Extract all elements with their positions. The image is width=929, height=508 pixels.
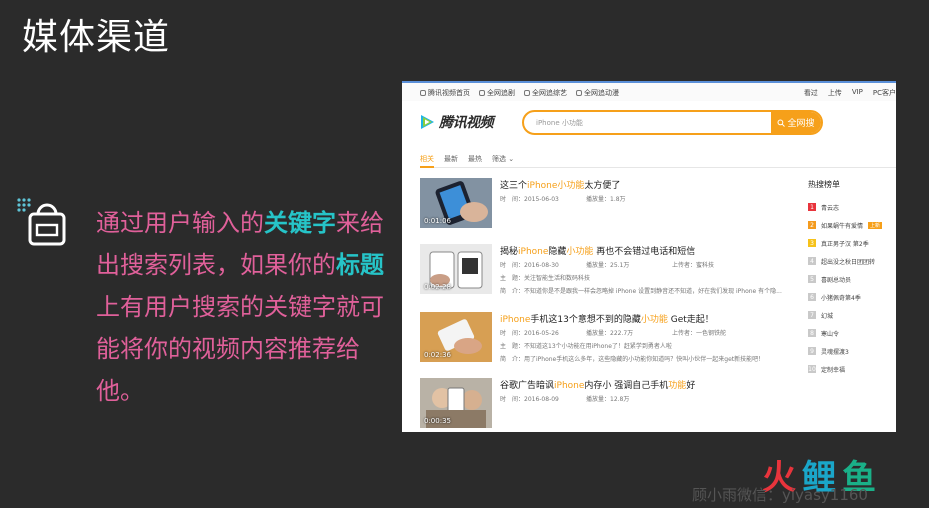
- top-nav-drama[interactable]: 全网追剧: [479, 88, 515, 98]
- video-thumbnail[interactable]: 0:02:28: [420, 244, 492, 294]
- result-topic: 主 题：不知道这13个小功能在用iPhone了！赶紧学到勇者人啦: [500, 343, 672, 350]
- tab-hottest[interactable]: 最热: [468, 154, 482, 164]
- top-nav-bar: 腾讯视频首页 全网追剧 全网追综艺 全网追动漫 看过 上传 VIP PC客户: [402, 81, 896, 101]
- result-meta: 这三个iPhone小功能太方便了 时 间：2015-06-03 播放量：1.8万: [500, 178, 790, 204]
- result-meta: iPhone手机这13个意想不到的隐藏小功能 Get走起！ 时 间：2016-0…: [500, 312, 790, 364]
- search-icon: [524, 90, 530, 96]
- bullet-text-part: 上有用户搜索的关键字就可能将你的视频内容推荐给他。: [96, 293, 384, 405]
- result-meta: 揭秘iPhone隐藏小功能 再也不会错过电话和短信 时 间：2016-08-30…: [500, 244, 790, 296]
- hot-item[interactable]: 2 如果蜗牛有爱情 上新: [808, 216, 896, 234]
- result-stats: 时 间：2016-08-09 播放量：12.8万: [500, 396, 630, 403]
- hot-item[interactable]: 1 青云志: [808, 198, 896, 216]
- hot-search-list: 热搜榜单 1 青云志 2 如果蜗牛有爱情 上新 3 真正男子汉 第2季 4 超出没之秋日团…: [808, 179, 896, 378]
- bullet-text: 通过用户输入的关键字来给出搜索列表，如果你的标题上有用户搜索的关键字就可能将你的…: [96, 202, 396, 412]
- search-input[interactable]: iPhone 小功能: [536, 118, 583, 128]
- hot-item[interactable]: 8 寒山令: [808, 324, 896, 342]
- hot-item[interactable]: 5 喜剧总动员: [808, 270, 896, 288]
- result-row[interactable]: 0:02:28 揭秘iPhone隐藏小功能 再也不会错过电话和短信 时 间：20…: [420, 244, 790, 299]
- hot-search-header: 热搜榜单: [808, 180, 840, 189]
- anime-icon: [576, 90, 582, 96]
- result-stats: 时 间：2016-05-26 播放量：222.7万 上传者：一色钢铁舵: [500, 330, 727, 337]
- result-title[interactable]: 揭秘iPhone隐藏小功能 再也不会错过电话和短信: [500, 244, 790, 257]
- video-thumbnail[interactable]: 0:02:36: [420, 312, 492, 362]
- hot-item[interactable]: 9 灵魂摆渡3: [808, 342, 896, 360]
- watermark: 顾小雨微信：yiyasy1160: [692, 486, 868, 504]
- result-stats: 时 间：2016-08-30 播放量：25.1万 上传者：蜜科技: [500, 262, 715, 269]
- search-button-label: 全网搜: [787, 119, 815, 129]
- video-thumbnail[interactable]: 0:00:35: [420, 378, 492, 428]
- pc-client-link[interactable]: PC客户: [873, 88, 896, 98]
- slide-title: 媒体渠道: [22, 17, 171, 58]
- tab-relevant[interactable]: 相关: [420, 154, 434, 164]
- chevron-down-icon: ⌄: [508, 155, 515, 163]
- result-stats: 时 间：2015-06-03 播放量：1.8万: [500, 196, 626, 203]
- lock-icon: [17, 198, 66, 246]
- video-duration: 0:01:06: [424, 217, 451, 225]
- video-duration: 0:02:28: [424, 283, 451, 291]
- result-title[interactable]: 谷歌广告暗讽iPhone内存小 强调自己手机功能好: [500, 378, 790, 391]
- new-tag: 上新: [868, 221, 883, 229]
- drama-icon: [479, 90, 485, 96]
- site-logo[interactable]: 腾讯视频: [420, 112, 494, 132]
- result-title[interactable]: iPhone手机这13个意想不到的隐藏小功能 Get走起！: [500, 312, 790, 325]
- result-row[interactable]: 0:01:06 这三个iPhone小功能太方便了 时 间：2015-06-03 播…: [420, 178, 790, 233]
- search-box[interactable]: iPhone 小功能 全网搜: [522, 110, 823, 135]
- video-thumbnail[interactable]: 0:01:06: [420, 178, 492, 228]
- result-intro: 简 介：不知道你是不是跟我一样会忽略掉 iPhone 设置到静音还不知道，好在我…: [500, 288, 782, 295]
- hot-item[interactable]: 6 小猪佩奇第4季: [808, 288, 896, 306]
- search-button[interactable]: 全网搜: [771, 112, 821, 133]
- history-link[interactable]: 看过: [804, 88, 818, 98]
- result-row[interactable]: 0:02:36 iPhone手机这13个意想不到的隐藏小功能 Get走起！ 时 …: [420, 312, 790, 367]
- title-highlight: 标题: [336, 251, 384, 279]
- top-nav-variety[interactable]: 全网追综艺: [524, 88, 567, 98]
- tab-filter[interactable]: 筛选 ⌄: [492, 154, 514, 164]
- tab-latest[interactable]: 最新: [444, 154, 458, 164]
- tabs-divider: [420, 166, 896, 168]
- play-logo-icon: [421, 115, 434, 129]
- upload-link[interactable]: 上传: [828, 88, 842, 98]
- site-logo-text: 腾讯视频: [439, 115, 494, 131]
- video-duration: 0:02:36: [424, 351, 451, 359]
- hot-item[interactable]: 7 幻城: [808, 306, 896, 324]
- hot-item[interactable]: 10 定制幸福: [808, 360, 896, 378]
- video-duration: 0:00:35: [424, 417, 451, 425]
- search-icon: [777, 119, 786, 127]
- result-topic: 主 题：关注智能生活和数码科技: [500, 275, 591, 282]
- tencent-video-search-screenshot: 腾讯视频首页 全网追剧 全网追综艺 全网追动漫 看过 上传 VIP PC客户 腾…: [402, 81, 896, 432]
- bullet-text-part: 通过用户输入的: [96, 209, 264, 237]
- top-nav-anime[interactable]: 全网追动漫: [576, 88, 619, 98]
- result-meta: 谷歌广告暗讽iPhone内存小 强调自己手机功能好 时 间：2016-08-09…: [500, 378, 790, 404]
- result-row[interactable]: 0:00:35 谷歌广告暗讽iPhone内存小 强调自己手机功能好 时 间：20…: [420, 378, 790, 432]
- home-icon: [420, 90, 426, 96]
- vip-link[interactable]: VIP: [852, 88, 863, 98]
- result-title[interactable]: 这三个iPhone小功能太方便了: [500, 178, 790, 191]
- hot-item[interactable]: 3 真正男子汉 第2季: [808, 234, 896, 252]
- result-tabs: 相关 最新 最热 筛选 ⌄: [420, 154, 514, 164]
- result-intro: 简 介：用了iPhone手机这么多年，这些隐藏的小功能你知道吗？快叫小伙伴一起来…: [500, 356, 765, 363]
- top-nav-home[interactable]: 腾讯视频首页: [420, 88, 470, 98]
- keyword-highlight: 关键字: [264, 209, 336, 237]
- hot-item[interactable]: 4 超出没之秋日团团转: [808, 252, 896, 270]
